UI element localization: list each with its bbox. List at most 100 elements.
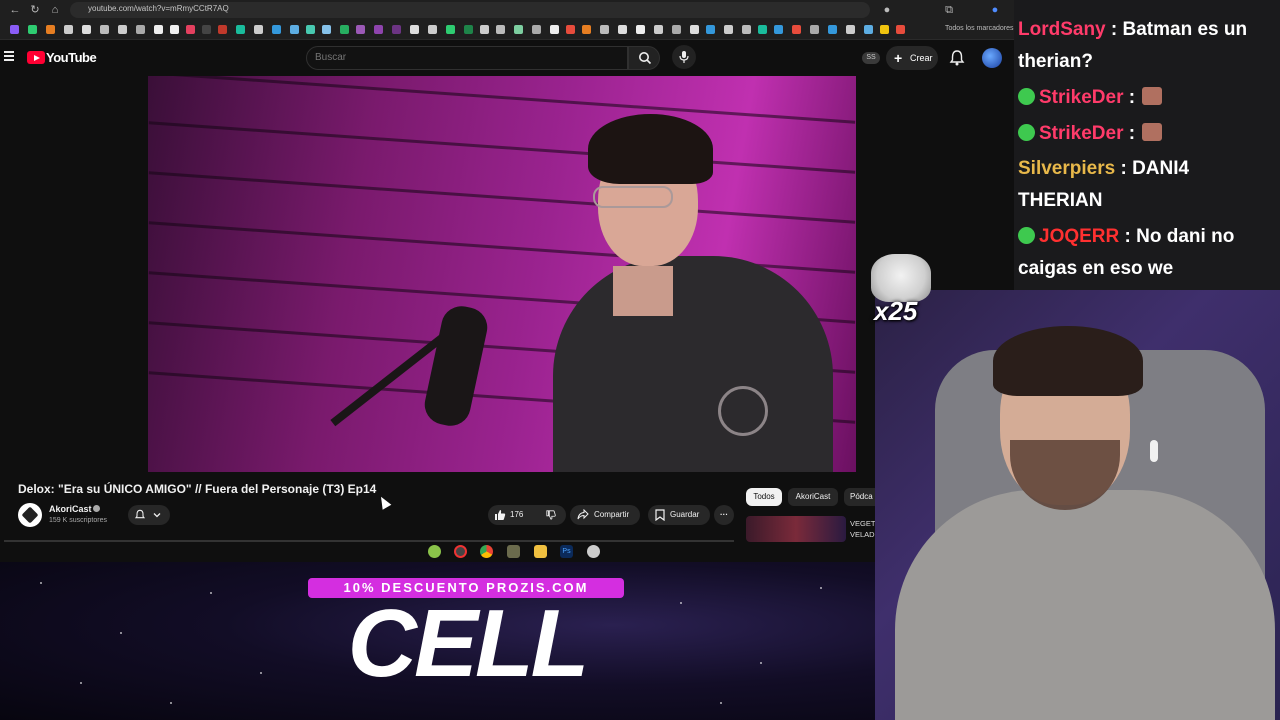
bookmark-icon[interactable] bbox=[236, 25, 245, 34]
bookmark-icon[interactable] bbox=[446, 25, 455, 34]
home-icon[interactable]: ⌂ bbox=[48, 3, 62, 17]
bookmark-icon[interactable] bbox=[464, 25, 473, 34]
bookmark-icon[interactable] bbox=[672, 25, 681, 34]
bookmark-icon[interactable] bbox=[582, 25, 591, 34]
bookmark-icon[interactable] bbox=[618, 25, 627, 34]
video-player[interactable] bbox=[148, 76, 856, 472]
bookmark-icon[interactable] bbox=[28, 25, 37, 34]
bookmark-icon[interactable] bbox=[532, 25, 541, 34]
youtube-logo-icon[interactable] bbox=[27, 51, 45, 64]
account-avatar[interactable] bbox=[982, 48, 1002, 68]
bookmark-icon[interactable] bbox=[864, 25, 873, 34]
ss-badge[interactable]: SS bbox=[862, 52, 880, 64]
chrome-icon[interactable] bbox=[480, 545, 493, 558]
photoshop-icon[interactable]: Ps bbox=[560, 545, 573, 558]
bookmark-icon[interactable] bbox=[100, 25, 109, 34]
channel-avatar[interactable] bbox=[18, 503, 42, 527]
chip-todos[interactable]: Todos bbox=[746, 488, 782, 506]
bookmark-icon[interactable] bbox=[810, 25, 819, 34]
bookmark-icon[interactable] bbox=[496, 25, 505, 34]
bookmark-icon[interactable] bbox=[792, 25, 801, 34]
bookmark-icon[interactable] bbox=[758, 25, 767, 34]
like-dislike-group[interactable]: 176 bbox=[488, 505, 566, 525]
profile-icon[interactable]: ● bbox=[880, 3, 894, 17]
bookmark-icon[interactable] bbox=[410, 25, 419, 34]
bookmark-icon[interactable] bbox=[896, 25, 905, 34]
bookmark-icon[interactable] bbox=[136, 25, 145, 34]
bookmark-icon[interactable] bbox=[64, 25, 73, 34]
bookmark-icon[interactable] bbox=[218, 25, 227, 34]
video-subject-neck bbox=[613, 266, 673, 316]
url-field[interactable]: youtube.com/watch?v=mRmyCCtR7AQ bbox=[70, 2, 870, 18]
bookmark-icon[interactable] bbox=[706, 25, 715, 34]
share-button[interactable]: Compartir bbox=[570, 505, 640, 525]
bookmark-icon[interactable] bbox=[480, 25, 489, 34]
bookmark-icon[interactable] bbox=[154, 25, 163, 34]
save-button[interactable]: Guardar bbox=[648, 505, 710, 525]
bookmark-icon[interactable] bbox=[514, 25, 523, 34]
back-icon[interactable]: ← bbox=[8, 3, 22, 17]
bookmark-icon[interactable] bbox=[290, 25, 299, 34]
bookmark-icon[interactable] bbox=[550, 25, 559, 34]
bookmark-icon[interactable] bbox=[82, 25, 91, 34]
bookmark-icon[interactable] bbox=[428, 25, 437, 34]
chat-separator: : bbox=[1123, 123, 1141, 144]
bookmark-icon[interactable] bbox=[306, 25, 315, 34]
bookmark-icon[interactable] bbox=[202, 25, 211, 34]
search-box[interactable] bbox=[306, 46, 628, 70]
app-icon[interactable] bbox=[507, 545, 520, 558]
bookmark-icon[interactable] bbox=[186, 25, 195, 34]
emote-combo-count: x25 bbox=[874, 296, 918, 326]
recommended-video-title[interactable]: VEGET VELAD bbox=[850, 518, 875, 540]
bookmark-icon[interactable] bbox=[392, 25, 401, 34]
bookmark-icon[interactable] bbox=[828, 25, 837, 34]
bookmark-icon[interactable] bbox=[10, 25, 19, 34]
bookmark-icon[interactable] bbox=[654, 25, 663, 34]
channel-name[interactable]: AkoriCast bbox=[49, 504, 92, 514]
url-text: youtube.com/watch?v=mRmyCCtR7AQ bbox=[88, 4, 229, 13]
chat-message: StrikeDer : bbox=[1018, 82, 1276, 114]
bookmark-icon[interactable] bbox=[690, 25, 699, 34]
notifications-bell-icon[interactable] bbox=[948, 49, 966, 67]
bookmark-icon[interactable] bbox=[272, 25, 281, 34]
subscription-bell-button[interactable] bbox=[128, 505, 170, 525]
bookmark-icon[interactable] bbox=[566, 25, 575, 34]
bookmarks-folder[interactable]: Todos los marcadores bbox=[945, 25, 1013, 32]
bookmark-icon[interactable] bbox=[880, 25, 889, 34]
voice-search-button[interactable] bbox=[672, 45, 696, 69]
bookmark-icon[interactable] bbox=[636, 25, 645, 34]
bookmark-icon[interactable] bbox=[600, 25, 609, 34]
more-actions-button[interactable]: ··· bbox=[714, 505, 734, 525]
extensions-icon[interactable]: ⧉ bbox=[942, 3, 956, 17]
create-button[interactable]: + Crear bbox=[886, 46, 938, 70]
bookmark-icon[interactable] bbox=[118, 25, 127, 34]
bookmark-icon[interactable] bbox=[46, 25, 55, 34]
obs-icon[interactable] bbox=[454, 545, 467, 558]
account-icon[interactable]: ● bbox=[988, 3, 1002, 17]
thumbs-up-icon[interactable] bbox=[494, 509, 506, 521]
menu-icon[interactable] bbox=[4, 51, 14, 61]
search-button[interactable] bbox=[628, 46, 660, 70]
bookmark-icon[interactable] bbox=[322, 25, 331, 34]
bookmark-icon[interactable] bbox=[774, 25, 783, 34]
app-icon[interactable] bbox=[428, 545, 441, 558]
taskbar: Ps bbox=[420, 542, 610, 562]
bookmark-icon[interactable] bbox=[846, 25, 855, 34]
chat-message: StrikeDer : bbox=[1018, 118, 1276, 150]
chip-akoricast[interactable]: AkoriCast bbox=[788, 488, 838, 506]
bookmark-icon[interactable] bbox=[340, 25, 349, 34]
youtube-logo-text[interactable]: YouTube bbox=[46, 50, 97, 65]
bookmark-icon[interactable] bbox=[724, 25, 733, 34]
bookmark-icon[interactable] bbox=[170, 25, 179, 34]
thumbs-down-icon[interactable] bbox=[546, 510, 556, 520]
app-icon[interactable] bbox=[587, 545, 600, 558]
search-input[interactable] bbox=[315, 52, 615, 63]
recommended-video-thumbnail[interactable] bbox=[746, 516, 846, 542]
chat-emote-icon bbox=[1142, 123, 1163, 141]
folder-icon[interactable] bbox=[534, 545, 547, 558]
bookmark-icon[interactable] bbox=[254, 25, 263, 34]
bookmark-icon[interactable] bbox=[742, 25, 751, 34]
reload-icon[interactable]: ↻ bbox=[28, 3, 42, 17]
bookmark-icon[interactable] bbox=[356, 25, 365, 34]
bookmark-icon[interactable] bbox=[374, 25, 383, 34]
